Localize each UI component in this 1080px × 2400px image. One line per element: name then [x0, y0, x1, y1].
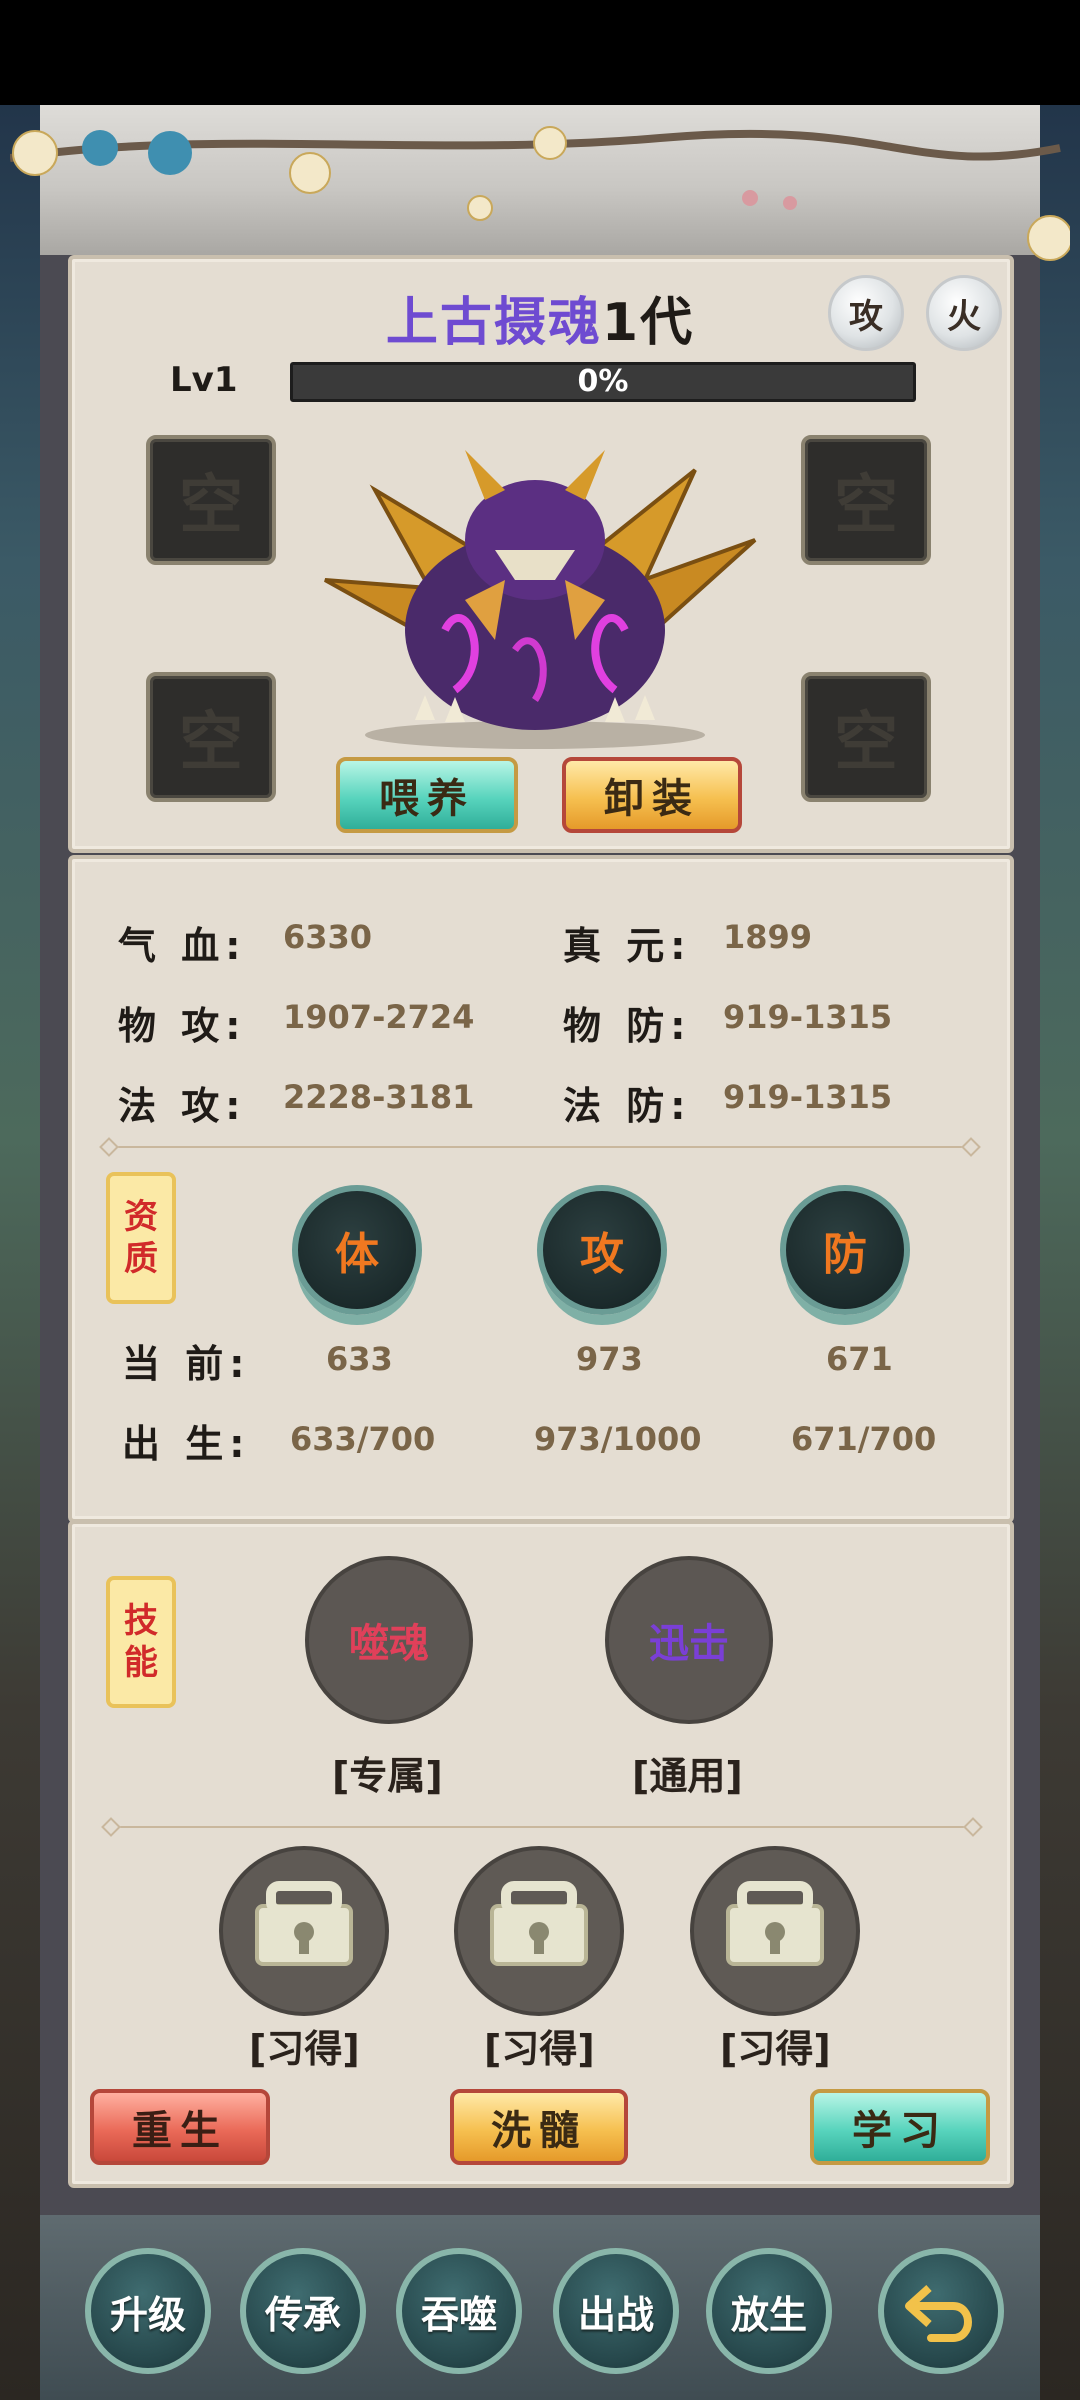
pet-name: 上古摄魂: [385, 293, 602, 353]
birth-attack: 973/1000: [534, 1420, 702, 1458]
skill-exclusive-caption: [专属]: [332, 1754, 443, 1798]
section-divider: [110, 1146, 970, 1148]
current-defense: 671: [826, 1340, 893, 1378]
hp-label: 气 血:: [118, 924, 247, 968]
birth-constitution: 633/700: [290, 1420, 436, 1458]
back-arrow-icon: [905, 2285, 972, 2342]
learned-caption-3: [习得]: [720, 2027, 831, 2071]
rebirth-button[interactable]: 重生: [90, 2089, 270, 2165]
skill-generic-caption: [通用]: [632, 1754, 743, 1798]
equip-slot-1[interactable]: 空: [146, 435, 276, 565]
pet-generation: 1代: [601, 293, 695, 353]
lock-icon: [490, 1881, 588, 1966]
attack-type-badge: 攻: [828, 275, 904, 351]
lock-icon: [255, 1881, 353, 1966]
element-badge: 火: [926, 275, 1002, 351]
magic-attack-label: 法 攻:: [118, 1084, 247, 1128]
current-label: 当 前:: [122, 1342, 251, 1386]
nav-release-button[interactable]: 放生: [706, 2248, 832, 2374]
skill-slot-locked-3[interactable]: [690, 1846, 860, 2016]
current-constitution: 633: [326, 1340, 393, 1378]
magic-attack-value: 2228-3181: [283, 1078, 475, 1116]
current-attack: 973: [576, 1340, 643, 1378]
magic-defense-value: 919-1315: [723, 1078, 893, 1116]
physical-defense-label: 物 防:: [563, 1004, 692, 1048]
zhenyuan-value: 1899: [723, 918, 813, 956]
equip-slot-4[interactable]: 空: [801, 672, 931, 802]
pet-title: 上古摄魂1代: [0, 280, 1080, 355]
learned-caption-2: [习得]: [484, 2027, 595, 2071]
feed-button[interactable]: 喂养: [336, 757, 518, 833]
back-button[interactable]: [878, 2248, 1004, 2374]
nav-inherit-button[interactable]: 传承: [240, 2248, 366, 2374]
physical-attack-label: 物 攻:: [118, 1004, 247, 1048]
birth-defense: 671/700: [791, 1420, 937, 1458]
level-label: Lv1: [170, 360, 238, 400]
learn-button[interactable]: 学习: [810, 2089, 990, 2165]
learned-caption-1: [习得]: [249, 2027, 360, 2071]
nav-deploy-button[interactable]: 出战: [553, 2248, 679, 2374]
unequip-button[interactable]: 卸装: [562, 757, 742, 833]
skill-devour-soul[interactable]: 噬魂: [305, 1556, 473, 1724]
birth-label: 出 生:: [122, 1422, 251, 1466]
skill-slot-locked-1[interactable]: [219, 1846, 389, 2016]
skills-divider: [112, 1826, 972, 1828]
experience-bar: 0%: [290, 362, 916, 402]
aptitude-orb-constitution: 体: [292, 1185, 422, 1315]
zhenyuan-label: 真 元:: [563, 924, 692, 968]
hp-value: 6330: [283, 918, 373, 956]
flower-branch-decoration: [10, 126, 1070, 261]
lock-icon: [726, 1881, 824, 1966]
equip-slot-3[interactable]: 空: [146, 672, 276, 802]
physical-defense-value: 919-1315: [723, 998, 893, 1036]
equip-slot-2[interactable]: 空: [801, 435, 931, 565]
aptitude-orb-defense: 防: [780, 1185, 910, 1315]
nav-upgrade-button[interactable]: 升级: [85, 2248, 211, 2374]
physical-attack-value: 1907-2724: [283, 998, 475, 1036]
nav-devour-button[interactable]: 吞噬: [396, 2248, 522, 2374]
wash-marrow-button[interactable]: 洗髓: [450, 2089, 628, 2165]
skills-tag: 技 能: [106, 1576, 176, 1708]
magic-defense-label: 法 防:: [563, 1084, 692, 1128]
aptitude-orb-attack: 攻: [537, 1185, 667, 1315]
pet-dragon-image: [324, 450, 757, 749]
skill-swift-strike[interactable]: 迅击: [605, 1556, 773, 1724]
aptitude-tag: 资 质: [106, 1172, 176, 1304]
skill-slot-locked-2[interactable]: [454, 1846, 624, 2016]
